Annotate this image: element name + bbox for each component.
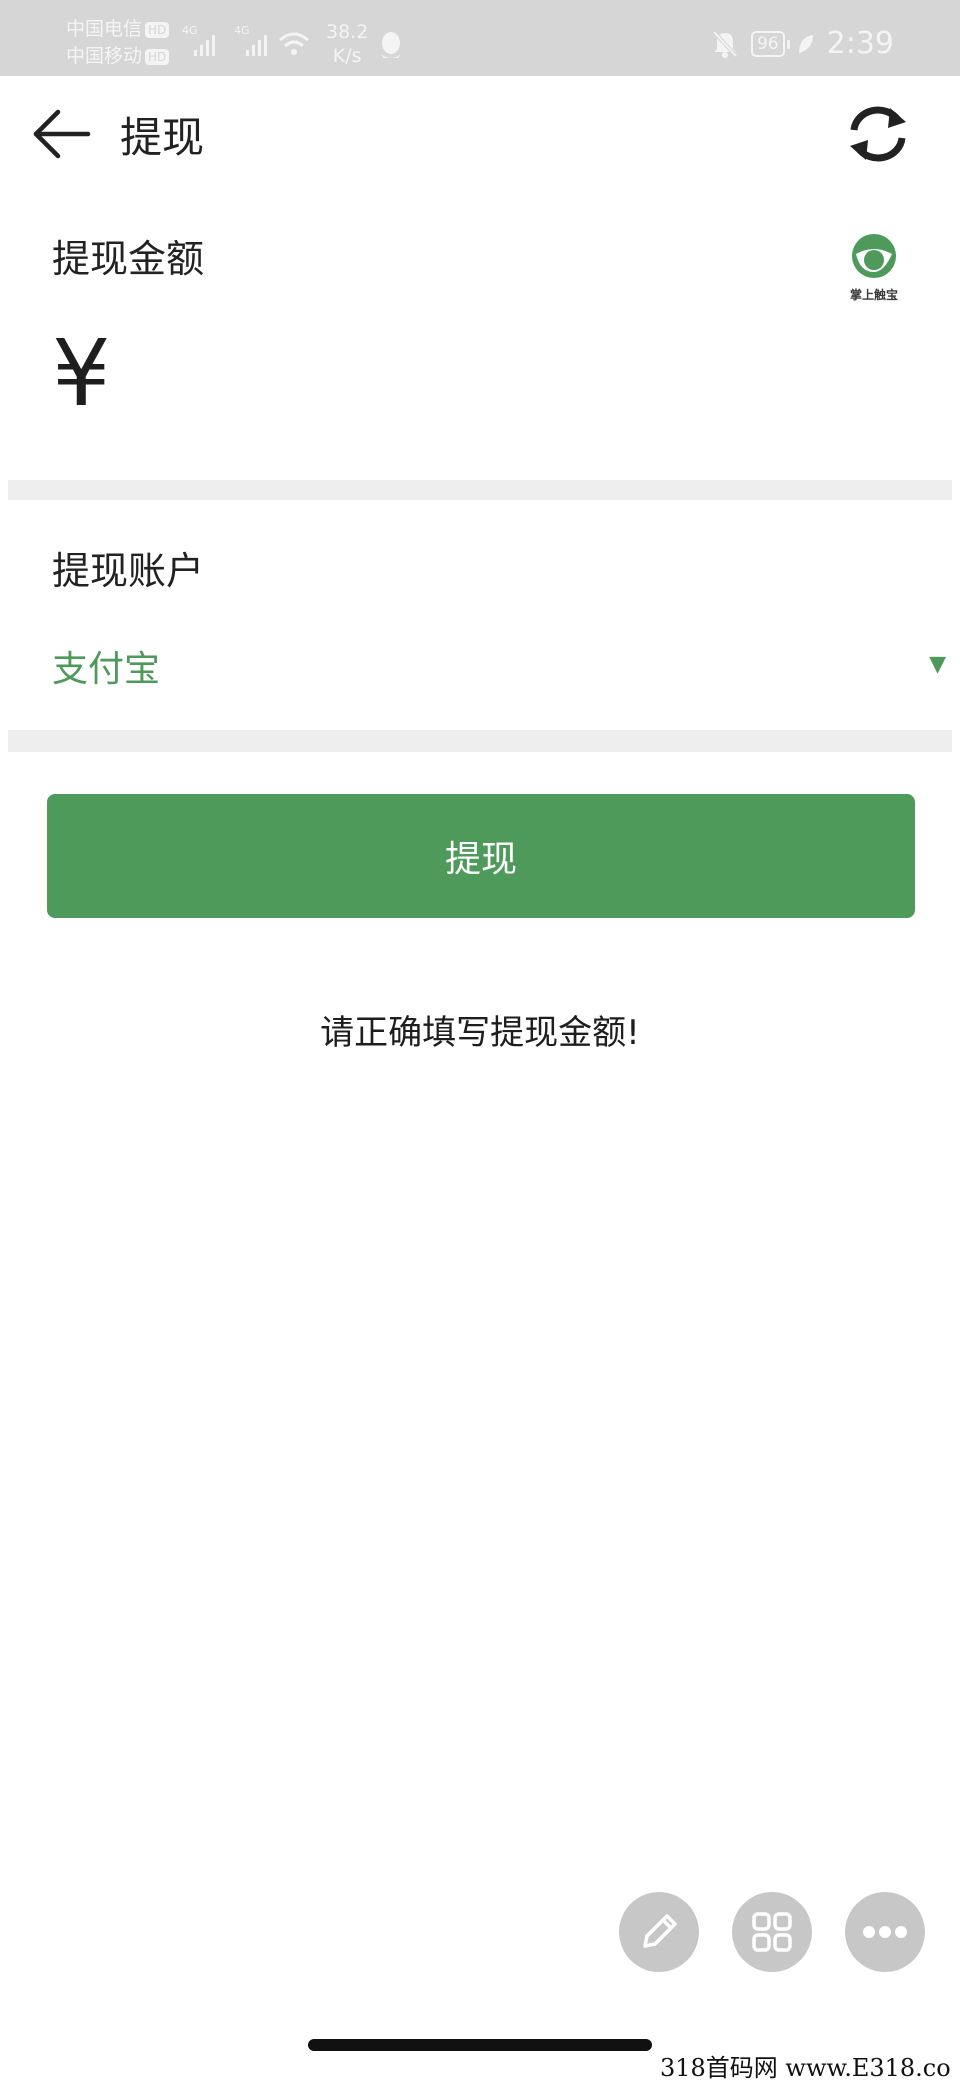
speed-value: 38.2 [326,21,369,43]
back-button[interactable] [32,108,92,160]
signal-icon: 4G 4G [182,24,309,56]
svg-text:4G: 4G [182,24,198,37]
nav-bar: 提现 [8,76,952,193]
network-speed: 38.2 K/s [326,20,368,68]
bell-muted-icon [712,30,738,58]
svg-text:4G: 4G [234,24,250,37]
edit-fab-button[interactable] [619,1892,699,1972]
qq-icon [378,30,404,64]
arrow-left-icon [33,109,91,159]
app-logo: 掌上触宝 [840,232,908,312]
account-selected-value: 支付宝 [52,649,161,690]
amount-input[interactable] [138,332,882,424]
apps-fab-button[interactable] [732,1892,812,1972]
account-section: 提现账户 支付宝 ▼ [8,500,952,730]
amount-section: 提现金额 掌上触宝 ¥ [8,192,952,480]
withdraw-button[interactable]: 提现 [47,794,915,918]
section-divider-1 [8,480,952,500]
currency-symbol: ¥ [52,320,111,427]
caret-down-icon: ▼ [929,652,946,677]
more-fab-button[interactable] [845,1892,925,1972]
pencil-icon [643,1914,677,1948]
section-divider-2 [8,730,952,752]
account-label: 提现账户 [52,549,205,593]
grid-icon [752,1912,792,1952]
page-title: 提现 [120,113,205,162]
signal-icons: 4G 4G [180,20,310,68]
wifi-icon [279,32,309,55]
logo-icon [852,234,896,278]
hd-badge-1: HD [145,21,170,38]
speed-unit: K/s [332,45,362,67]
logo-text: 掌上触宝 [849,288,898,302]
amount-label: 提现金额 [52,237,205,281]
carrier-info: 中国电信 HD 中国移动 HD [66,16,170,70]
watermark: 318首码网 www.E318.co [656,2046,955,2085]
hd-badge-2: HD [145,48,170,65]
status-right: 96 2:39 [711,26,894,61]
clock: 2:39 [826,26,894,61]
carrier-2: 中国移动 [66,45,143,67]
leaf-icon [798,34,813,53]
refresh-icon [850,106,906,162]
battery-icon: 96 [750,30,790,57]
carrier-1: 中国电信 [66,18,143,40]
hint-message: 请正确填写提现金额! [320,1013,640,1053]
account-dropdown[interactable]: 支付宝 ▼ [52,640,952,700]
status-bar: 中国电信 HD 中国移动 HD 4G 4G 38.2 K/s 96 2:39 [0,0,960,76]
home-indicator[interactable] [308,2039,652,2051]
more-icon [863,1926,907,1938]
refresh-button[interactable] [846,104,910,164]
